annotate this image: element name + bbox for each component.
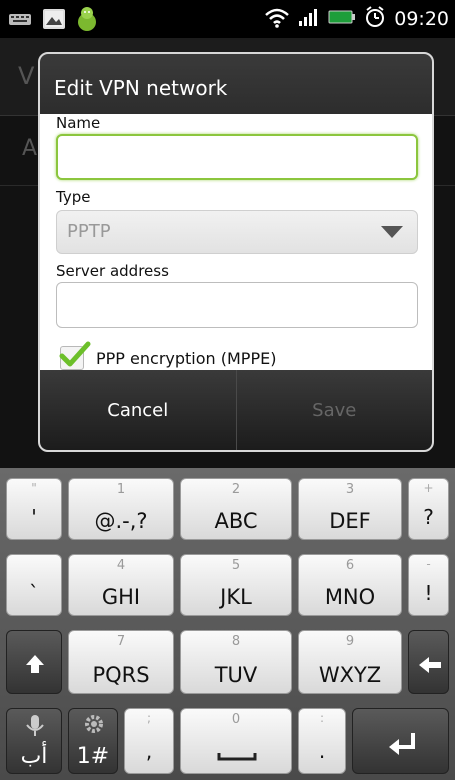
symbols-key[interactable]: 1# [68,708,118,774]
key-label: أب [20,744,48,769]
keyboard: " ' 1 @.-,? 2 ABC 3 DEF + ? ` 4 GHI 5 JK… [0,468,455,780]
keyboard-icon [8,11,32,31]
backspace-arrow-icon [419,657,441,673]
key-label: , [145,739,153,763]
key-5[interactable]: 5 JKL [180,554,292,616]
cancel-button[interactable]: Cancel [40,370,237,450]
dialog-button-bar: Cancel Save [40,370,432,450]
key-label: GHI [101,585,141,609]
key-number: 5 [231,558,241,573]
key-number: 9 [345,634,355,649]
battery-icon [328,9,356,29]
enter-key[interactable] [352,708,449,774]
key-label: ? [423,505,434,529]
key-alt-label: : [319,711,325,725]
shift-arrow-icon [26,655,44,673]
key-alt-label: + [423,481,434,495]
type-label: Type [56,188,91,206]
key-label: 1# [76,744,110,769]
name-label: Name [56,114,101,132]
key-number: 7 [116,634,126,649]
key-number: 4 [116,558,126,573]
name-input[interactable] [56,134,418,180]
key-4[interactable]: 4 GHI [68,554,174,616]
key-number: 6 [345,558,355,573]
microphone-icon [26,715,44,736]
status-time: 09:20 [394,8,449,30]
key-2[interactable]: 2 ABC [180,478,292,540]
key-number: 3 [345,482,355,497]
key-alt-label: " [31,481,37,495]
key-number: 0 [231,712,241,727]
key-label: @.-,? [94,509,148,533]
key-exclamation[interactable]: - ! [408,554,449,616]
alarm-icon [364,6,386,32]
wifi-icon [264,6,290,32]
key-label: DEF [329,509,371,533]
key-label: WXYZ [318,663,382,687]
key-label: ! [424,581,433,605]
dialog-title: Edit VPN network [40,54,432,114]
key-backtick[interactable]: ` [6,554,62,616]
checkmark-icon [59,341,91,367]
key-number: 1 [116,482,126,497]
type-select[interactable]: PPTP [56,210,418,254]
key-1[interactable]: 1 @.-,? [68,478,174,540]
server-address-label: Server address [56,262,169,280]
key-period[interactable]: : . [298,708,346,774]
key-label: . [318,739,326,763]
edit-vpn-dialog: Edit VPN network Name Type PPTP Server a… [38,52,434,452]
image-icon [42,8,66,34]
backspace-key[interactable] [408,630,449,694]
type-select-value: PPTP [67,221,111,242]
key-label: ABC [214,509,258,533]
ppp-encryption-row[interactable]: PPP encryption (MPPE) [59,341,277,370]
background-list-item-text: A [22,136,38,161]
shift-key[interactable] [6,630,62,694]
key-7[interactable]: 7 PQRS [68,630,174,694]
ppp-encryption-checkbox[interactable] [59,341,91,370]
signal-icon [298,7,320,31]
dialog-body: Name Type PPTP Server address PPP encryp… [40,114,432,374]
chevron-down-icon [381,226,403,238]
space-key[interactable]: 0 [180,708,292,774]
key-8[interactable]: 8 TUV [180,630,292,694]
enter-arrow-icon [389,733,415,755]
key-number: 8 [231,634,241,649]
key-6[interactable]: 6 MNO [298,554,402,616]
background-title-text: V [18,62,35,90]
key-label: MNO [324,585,376,609]
language-key[interactable]: أب [6,708,62,774]
key-label: ` [29,581,39,605]
gear-icon [85,715,103,733]
key-comma[interactable]: ; , [124,708,174,774]
key-3[interactable]: 3 DEF [298,478,402,540]
key-question[interactable]: + ? [408,478,449,540]
key-9[interactable]: 9 WXYZ [298,630,402,694]
key-number: 2 [231,482,241,497]
key-label: ' [31,505,37,529]
key-label: TUV [214,663,258,687]
android-icon [76,6,98,36]
ppp-encryption-label: PPP encryption (MPPE) [96,348,277,368]
key-alt-label: - [426,557,431,571]
key-apostrophe[interactable]: " ' [6,478,62,540]
server-address-input[interactable] [56,282,418,328]
key-alt-label: ; [146,711,152,725]
key-label: PQRS [92,663,150,687]
key-label: JKL [220,585,252,609]
status-bar: 09:20 [0,0,455,38]
save-button[interactable]: Save [237,370,433,450]
